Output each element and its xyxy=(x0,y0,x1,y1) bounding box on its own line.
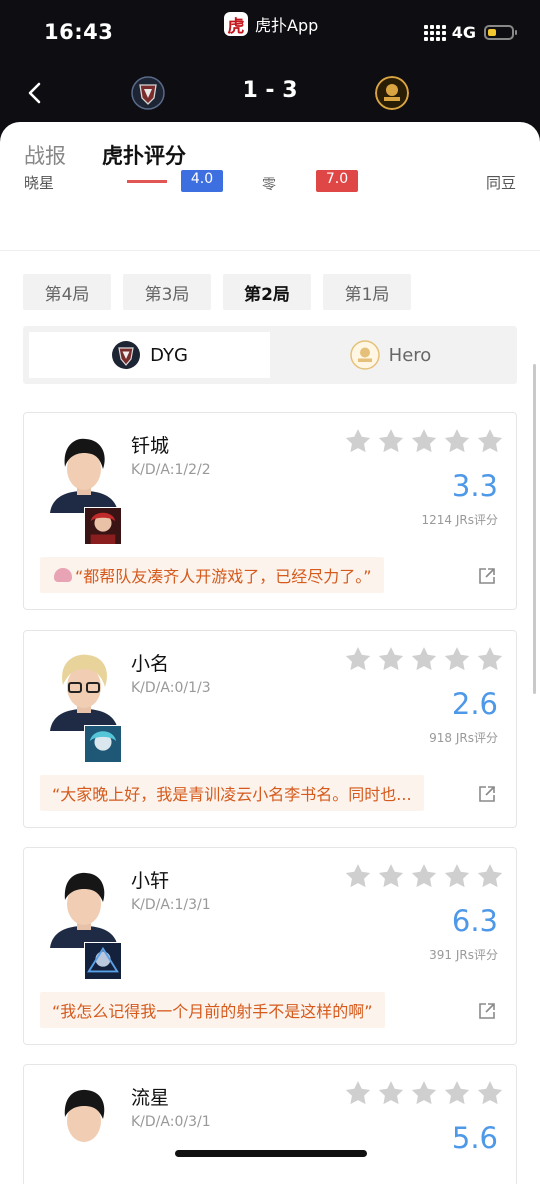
star-icon[interactable] xyxy=(443,645,471,673)
game-tab-2[interactable]: 第2局 xyxy=(223,274,311,310)
battery-icon xyxy=(484,25,517,40)
match-score: 1 - 3 xyxy=(242,78,298,103)
player-card[interactable]: 小名 K/D/A:0/1/3 2.6 918 JRs评分 “大家晚上好，我是青训… xyxy=(23,630,517,828)
star-icon[interactable] xyxy=(344,862,372,890)
player-kda: K/D/A:1/3/1 xyxy=(131,897,211,913)
player-card[interactable]: 钎城 K/D/A:1/2/2 3.3 1214 JRs评分 “都帮队友凑齐人开游… xyxy=(23,412,517,610)
star-icon[interactable] xyxy=(476,862,504,890)
star-icon[interactable] xyxy=(476,427,504,455)
status-indicators: 4G xyxy=(423,23,517,42)
rating-votes: 918 JRs评分 xyxy=(429,731,498,745)
status-app-indicator[interactable]: 虎 虎扑App xyxy=(224,12,319,37)
star-icon[interactable] xyxy=(377,645,405,673)
scrolled-summary-row: 晓星 4.0 零 7.0 同豆 xyxy=(0,170,540,251)
player-name: 流星 xyxy=(131,1087,170,1109)
game-selector: 第4局 第3局 第2局 第1局 xyxy=(23,274,411,310)
player-rating: 6.3 xyxy=(451,904,498,938)
rating-stars[interactable] xyxy=(344,427,504,455)
player-name: 钎城 xyxy=(131,435,170,457)
signal-dots-icon xyxy=(423,24,446,41)
player-avatar xyxy=(46,649,122,731)
hero-portrait-icon xyxy=(84,725,122,763)
team-option-hero[interactable]: Hero xyxy=(270,332,511,378)
emoji-icon xyxy=(54,568,72,582)
rating-stars[interactable] xyxy=(344,645,504,673)
star-icon[interactable] xyxy=(410,1079,438,1107)
team-switch: DYG Hero xyxy=(23,326,517,384)
star-icon[interactable] xyxy=(410,427,438,455)
peek-right-label: 同豆 xyxy=(485,174,516,192)
peek-left-label: 晓星 xyxy=(24,174,55,192)
player-kda: K/D/A:1/2/2 xyxy=(131,462,211,478)
player-kda: K/D/A:0/1/3 xyxy=(131,680,211,696)
game-tab-4[interactable]: 第4局 xyxy=(23,274,111,310)
team-option-label: DYG xyxy=(150,344,188,366)
rating-stars[interactable] xyxy=(344,1079,504,1107)
home-indicator[interactable] xyxy=(175,1150,367,1157)
top-comment-text: “大家晚上好，我是青训凌云小名李书名。同时也... xyxy=(52,785,412,804)
player-avatar xyxy=(46,431,122,513)
hero-logo-icon xyxy=(349,340,380,370)
share-icon[interactable] xyxy=(478,567,496,585)
star-icon[interactable] xyxy=(410,645,438,673)
star-icon[interactable] xyxy=(443,427,471,455)
share-icon[interactable] xyxy=(478,1002,496,1020)
tab-report[interactable]: 战报 xyxy=(24,140,66,170)
rating-votes: 391 JRs评分 xyxy=(429,948,498,962)
star-icon[interactable] xyxy=(344,427,372,455)
star-icon[interactable] xyxy=(476,1079,504,1107)
app-badge-icon: 虎 xyxy=(224,12,248,37)
team-option-dyg[interactable]: DYG xyxy=(29,332,270,378)
player-avatar xyxy=(46,1083,122,1165)
star-icon[interactable] xyxy=(377,862,405,890)
hero-logo-icon[interactable] xyxy=(375,76,409,110)
dyg-logo-icon[interactable] xyxy=(131,76,165,110)
star-icon[interactable] xyxy=(377,427,405,455)
peek-indicator xyxy=(127,180,167,183)
player-name: 小轩 xyxy=(131,870,170,892)
top-comment-text: “我怎么记得我一个月前的射手不是这样的啊” xyxy=(52,1002,373,1021)
player-card[interactable]: 小轩 K/D/A:1/3/1 6.3 391 JRs评分 “我怎么记得我一个月前… xyxy=(23,847,517,1045)
game-tab-1[interactable]: 第1局 xyxy=(323,274,411,310)
hero-portrait-icon xyxy=(84,942,122,980)
game-tab-3[interactable]: 第3局 xyxy=(123,274,211,310)
peek-mid-label: 零 xyxy=(262,177,276,193)
player-rating: 5.6 xyxy=(451,1121,498,1155)
top-comment[interactable]: “大家晚上好，我是青训凌云小名李书名。同时也... xyxy=(40,775,424,811)
rating-votes: 1214 JRs评分 xyxy=(421,513,498,527)
player-avatar xyxy=(46,866,122,948)
status-time: 16:43 xyxy=(44,20,114,44)
star-icon[interactable] xyxy=(344,645,372,673)
player-rating: 3.3 xyxy=(451,469,498,503)
team-option-label: Hero xyxy=(388,344,432,366)
peek-left-value: 4.0 xyxy=(181,170,223,192)
star-icon[interactable] xyxy=(443,1079,471,1107)
star-icon[interactable] xyxy=(344,1079,372,1107)
player-card[interactable]: 流星 K/D/A:0/3/1 5.6 xyxy=(23,1064,517,1184)
app-name: 虎扑App xyxy=(255,16,319,35)
rating-stars[interactable] xyxy=(344,862,504,890)
dyg-logo-icon xyxy=(112,341,141,369)
player-rating: 2.6 xyxy=(451,687,498,721)
top-comment[interactable]: “我怎么记得我一个月前的射手不是这样的啊” xyxy=(40,992,385,1028)
chevron-left-icon[interactable] xyxy=(22,80,48,106)
player-kda: K/D/A:0/3/1 xyxy=(131,1114,211,1130)
share-icon[interactable] xyxy=(478,785,496,803)
network-label: 4G xyxy=(451,23,476,42)
top-comment[interactable]: “都帮队友凑齐人开游戏了，已经尽力了。” xyxy=(40,557,384,593)
top-comment-text: “都帮队友凑齐人开游戏了，已经尽力了。” xyxy=(75,567,372,586)
hero-portrait-icon xyxy=(84,507,122,545)
tab-hupu-rating[interactable]: 虎扑评分 xyxy=(102,140,186,170)
star-icon[interactable] xyxy=(377,1079,405,1107)
scrollbar[interactable] xyxy=(533,364,536,694)
star-icon[interactable] xyxy=(476,645,504,673)
star-icon[interactable] xyxy=(410,862,438,890)
star-icon[interactable] xyxy=(443,862,471,890)
player-name: 小名 xyxy=(131,653,170,675)
peek-right-value: 7.0 xyxy=(316,170,358,192)
